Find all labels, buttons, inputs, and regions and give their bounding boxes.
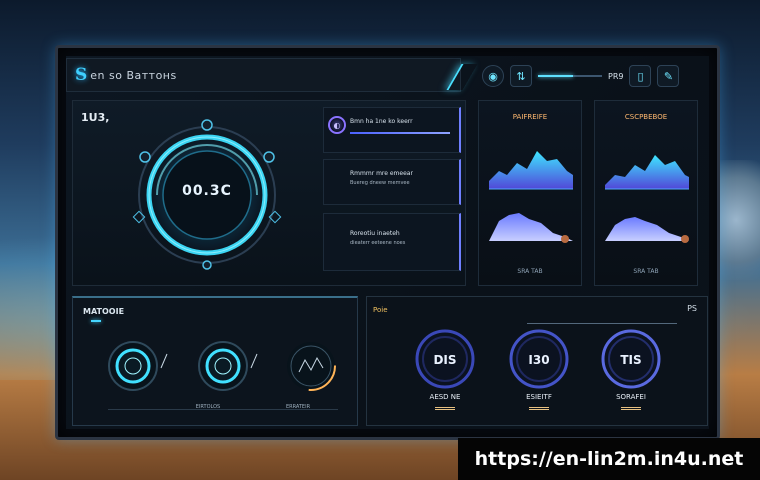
monitor-panel-title: MATOOIE — [83, 307, 125, 316]
info-card-subtitle: dieaterr eeteene noes — [350, 240, 406, 246]
pen-icon[interactable]: ✎ — [657, 65, 680, 87]
status-panel: Poie PS DIS AESD NE I30 ESIEITF TIS SORA… — [366, 296, 708, 426]
mini-chart-title: CSCPBEBOE — [624, 113, 668, 121]
info-card-title: Bmn ha 1ne ko keerr — [350, 118, 413, 125]
mini-chart-graphic — [605, 155, 689, 243]
monitor-panel: MATOOIE EIRTOLOS ERRATEIR — [72, 296, 396, 426]
info-card-title: Rmmmr mre emeear — [350, 170, 413, 177]
info-card-bar — [350, 132, 450, 134]
info-card[interactable]: Rmmmr mre emeear Buereg dneew memvee — [323, 159, 461, 205]
dial-gauge-label: SORAFEI — [616, 393, 646, 401]
dial-gauge-value: I30 — [528, 353, 550, 367]
slider[interactable] — [538, 65, 602, 87]
mini-chart-panel[interactable]: CSCPBEBOE SRA TAB — [594, 100, 698, 286]
info-card[interactable]: Roreotiu inaeteh dieaterr eeteene noes — [323, 213, 461, 271]
dial-gauge-label: ESIEITF — [526, 393, 552, 401]
dial-gauge-value: TIS — [620, 353, 642, 367]
title-bar: S en so Bаттонs — [66, 58, 461, 92]
transfer-icon[interactable]: ⇅ — [510, 65, 532, 87]
aperture-icon[interactable]: ◉ — [482, 65, 504, 87]
lens-icon: ◐ — [328, 116, 346, 134]
app-logo: S — [75, 65, 88, 85]
info-card-title: Roreotiu inaeteh — [350, 230, 400, 237]
panel-marker — [91, 320, 101, 322]
status-panel-title: Poie — [373, 306, 388, 314]
mini-chart-title: PAIFREIFE — [512, 113, 548, 121]
main-gauge[interactable]: 00.3C — [127, 115, 287, 275]
url-watermark: https://en-lin2m.in4u.net — [458, 438, 760, 480]
dial-gauge[interactable]: TIS SORAFEI — [599, 327, 679, 417]
dial-gauge-label: AESD NE — [429, 393, 461, 401]
toolbar-value-label: PR9 — [608, 71, 624, 81]
small-gauge-graphic — [108, 341, 168, 391]
dial-gauge[interactable]: I30 ESIEITF — [507, 327, 587, 417]
window-title: en so Bаттонs — [90, 68, 177, 82]
mini-chart-footer: SRA TAB — [517, 268, 543, 275]
dial-gauge-marker — [621, 407, 641, 410]
mini-chart-footer: SRA TAB — [633, 268, 659, 275]
tablet-icon[interactable]: ▯ — [629, 65, 652, 87]
small-gauge[interactable]: BAIOIOCE — [279, 336, 396, 410]
dial-gauge-marker — [435, 407, 455, 410]
dial-gauge-marker — [529, 407, 549, 410]
status-panel-label: PS — [687, 304, 697, 313]
small-gauge-graphic — [198, 341, 258, 391]
divider — [108, 409, 338, 410]
small-gauge-graphic — [286, 341, 336, 391]
main-gauge-value: 00.3C — [182, 183, 232, 199]
main-panel: 1U3, 00.3C ◐ Bmn ha 1ne ko keerr Rmmmr m… — [72, 100, 466, 286]
toolbar: ◉ ⇅ PR9 ▯ ✎ — [482, 60, 712, 92]
small-gauge[interactable]: EIRTOLOS — [103, 336, 220, 410]
dial-gauge-value: DIS — [433, 353, 457, 367]
mini-chart-graphic — [489, 151, 573, 243]
dashboard-screen: S en so Bаттонs ◉ ⇅ PR9 ▯ ✎ 1U3, 00.3C ◐… — [66, 56, 709, 429]
mini-chart-panel[interactable]: PAIFREIFE SRA TAB — [478, 100, 582, 286]
info-card-subtitle: Buereg dneew memvee — [350, 180, 410, 186]
main-panel-label: 1U3, — [81, 111, 110, 124]
info-card[interactable]: ◐ Bmn ha 1ne ko keerr — [323, 107, 461, 153]
monitor-frame: S en so Bаттонs ◉ ⇅ PR9 ▯ ✎ 1U3, 00.3C ◐… — [55, 45, 720, 440]
small-gauge[interactable]: ERRATEIR — [193, 336, 310, 410]
divider — [527, 323, 677, 324]
dial-gauge[interactable]: DIS AESD NE — [413, 327, 493, 417]
slider-track — [538, 75, 602, 77]
